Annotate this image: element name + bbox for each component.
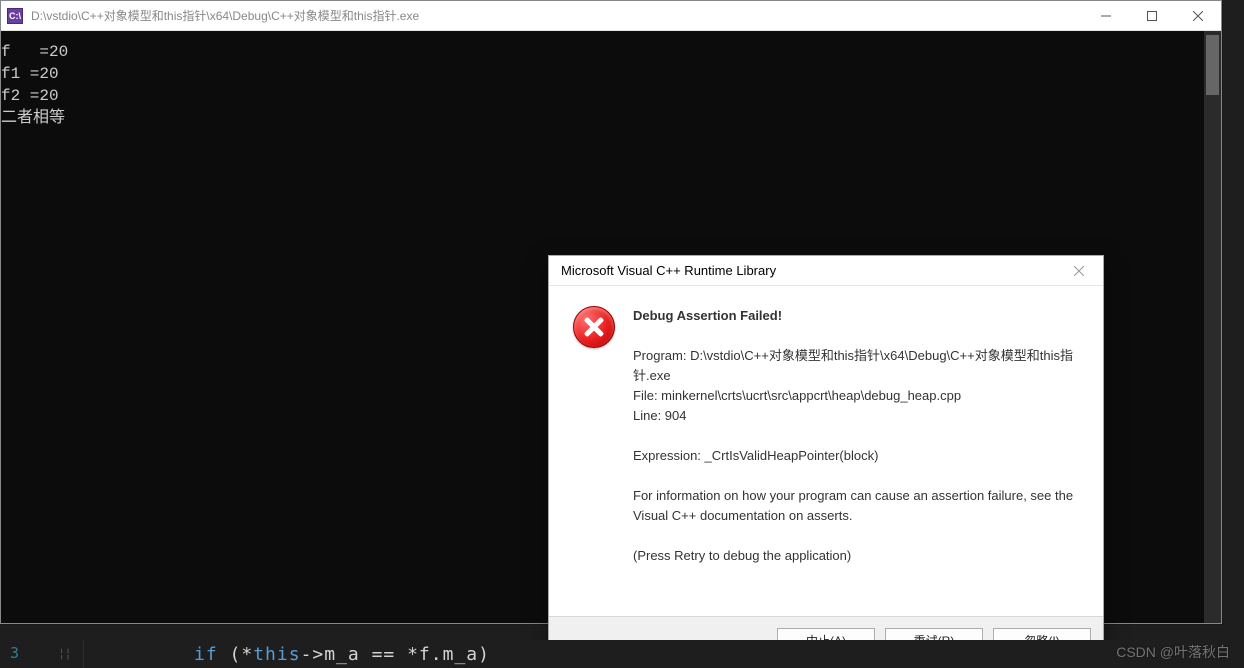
- keyword-this: this: [253, 644, 300, 665]
- maximize-button[interactable]: [1129, 1, 1175, 30]
- dialog-close-button[interactable]: [1059, 257, 1099, 285]
- code-line: if (*this->m_a == *f.m_a): [84, 644, 490, 665]
- retry-hint: (Press Retry to debug the application): [633, 546, 1079, 566]
- dialog-titlebar[interactable]: Microsoft Visual C++ Runtime Library: [549, 256, 1103, 286]
- line-number-line: Line: 904: [633, 408, 687, 423]
- scrollbar-thumb[interactable]: [1206, 35, 1219, 95]
- console-line: f =20: [1, 41, 1221, 63]
- scrollbar-track[interactable]: [1204, 31, 1221, 623]
- console-line: f1 =20: [1, 63, 1221, 85]
- gutter-mark-icon: ¦ ¦: [60, 646, 70, 660]
- keyword-if: if: [194, 644, 230, 665]
- code-text: (*: [230, 644, 254, 665]
- minimize-button[interactable]: [1083, 1, 1129, 30]
- code-text: ->m_a == *f.m_a): [301, 644, 490, 665]
- console-line: f2 =20: [1, 85, 1221, 107]
- window-controls: [1083, 1, 1221, 30]
- error-dialog: Microsoft Visual C++ Runtime Library Deb…: [548, 255, 1104, 665]
- file-line: File: minkernel\crts\ucrt\src\appcrt\hea…: [633, 388, 961, 403]
- dialog-heading: Debug Assertion Failed!: [633, 306, 1079, 326]
- info-text: For information on how your program can …: [633, 486, 1079, 526]
- editor-gutter: 3 ¦ ¦: [0, 640, 84, 668]
- line-number: 3: [10, 644, 19, 662]
- error-icon: [573, 306, 615, 348]
- dialog-title-text: Microsoft Visual C++ Runtime Library: [561, 263, 1059, 278]
- dialog-body: Debug Assertion Failed! Program: D:\vstd…: [549, 286, 1103, 616]
- window-titlebar[interactable]: C:\ D:\vstdio\C++对象模型和this指针\x64\Debug\C…: [1, 1, 1221, 31]
- editor-code-strip[interactable]: 3 ¦ ¦ if (*this->m_a == *f.m_a): [0, 640, 1244, 668]
- dialog-text: Debug Assertion Failed! Program: D:\vstd…: [633, 306, 1079, 600]
- watermark-text: CSDN @叶落秋白: [1116, 642, 1230, 662]
- window-title: D:\vstdio\C++对象模型和this指针\x64\Debug\C++对象…: [31, 7, 1083, 24]
- expression-line: Expression: _CrtIsValidHeapPointer(block…: [633, 446, 1079, 466]
- app-icon: C:\: [7, 8, 23, 24]
- program-line: Program: D:\vstdio\C++对象模型和this指针\x64\De…: [633, 348, 1073, 383]
- console-line: 二者相等: [1, 107, 1221, 129]
- close-button[interactable]: [1175, 1, 1221, 30]
